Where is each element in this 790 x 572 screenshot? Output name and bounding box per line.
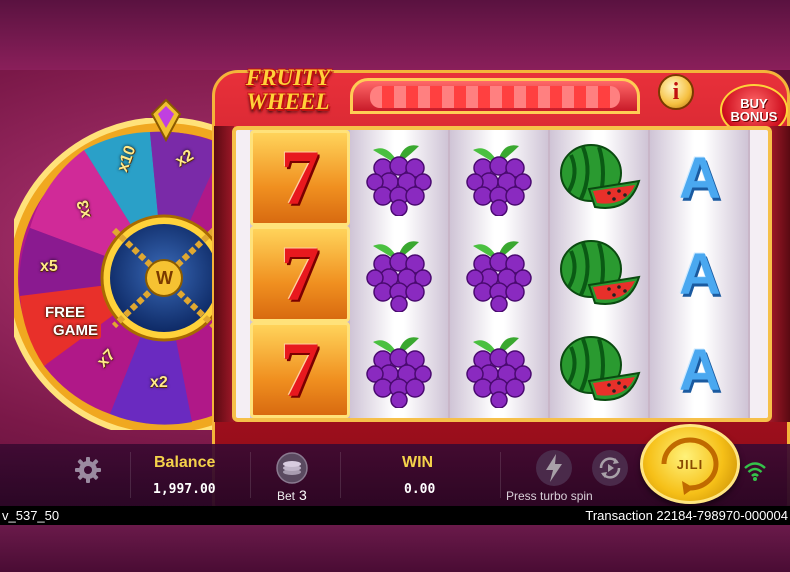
version-label: v_537_50 — [2, 508, 60, 523]
settings-button[interactable] — [68, 450, 108, 490]
seven-icon: 7 — [280, 230, 320, 317]
spin-button[interactable]: JILI — [640, 424, 740, 504]
reel-symbol — [550, 226, 650, 322]
watermelon-icon — [560, 144, 641, 209]
coin-stack-icon — [276, 452, 308, 484]
grapes-icon — [366, 241, 432, 312]
reels-area: 7 7 7 A A A — [232, 126, 772, 422]
logo-line-1: FRUITY — [245, 65, 331, 90]
top-background — [0, 0, 790, 70]
balance-value: 1,997.00 — [153, 482, 216, 497]
bet-button[interactable] — [274, 450, 310, 486]
wheel-hub-label: W — [156, 268, 173, 288]
turbo-button[interactable] — [536, 450, 572, 486]
floor-background — [0, 525, 790, 572]
grapes-icon — [466, 241, 532, 312]
bonus-wheel: x10 x2 x3 x5 FREE GAME x7 x2 W — [14, 98, 240, 430]
letter-a-icon: A — [679, 241, 721, 307]
letter-a-icon: A — [679, 145, 721, 211]
wheel-segment-label: GAME — [50, 322, 101, 339]
reel-1: 7 7 7 — [250, 130, 350, 418]
reel-symbol: A — [650, 130, 750, 226]
grapes-icon — [466, 145, 532, 216]
wheel-segment-label: x2 — [150, 374, 168, 391]
spin-label: JILI — [676, 456, 704, 472]
grapes-icon — [366, 337, 432, 408]
reel-2 — [350, 130, 450, 418]
reel-4 — [550, 130, 650, 418]
reel-symbol — [550, 130, 650, 226]
seven-icon: 7 — [280, 134, 320, 221]
bar-divider — [130, 452, 131, 498]
bet-label: Bet — [277, 489, 296, 503]
frame-top-lights — [370, 86, 620, 108]
bet-value: 3 — [299, 487, 307, 503]
game-logo: FRUITY WHEEL — [228, 66, 348, 122]
transaction-label: Transaction 22184-798970-000004 — [585, 508, 788, 523]
reel-symbol: A — [650, 322, 750, 418]
gem-pointer-icon — [150, 98, 182, 142]
watermelon-icon — [560, 336, 641, 401]
reel-symbol — [450, 322, 550, 418]
logo-line-2: WHEEL — [246, 89, 330, 114]
frame-left-edge — [214, 126, 234, 422]
lightning-icon — [546, 454, 562, 482]
buy-bonus-line-2: BONUS — [730, 109, 778, 124]
win-value: 0.00 — [404, 482, 436, 497]
reel-symbol — [350, 322, 450, 418]
bar-divider — [340, 452, 341, 498]
reel-symbol: 7 — [250, 322, 350, 418]
reel-symbol: 7 — [250, 130, 350, 226]
reel-symbol — [350, 226, 450, 322]
reel-symbol: 7 — [250, 226, 350, 322]
bar-divider — [250, 452, 251, 498]
wheel-segment-label: FREE — [42, 304, 89, 321]
reel-3 — [450, 130, 550, 418]
reel-symbol — [350, 130, 450, 226]
watermelon-icon — [560, 240, 641, 305]
wheel-segment-label: x3 — [74, 198, 95, 220]
connection-status — [740, 456, 770, 486]
frame-right-edge — [770, 126, 790, 422]
bar-divider — [500, 452, 501, 498]
letter-a-icon: A — [679, 337, 721, 403]
reel-symbol — [450, 226, 550, 322]
reel-symbol — [450, 130, 550, 226]
balance-label: Balance — [154, 454, 216, 471]
seven-icon: 7 — [280, 326, 320, 413]
reel-symbol — [550, 322, 650, 418]
turbo-hint: Press turbo spin — [506, 489, 593, 503]
wheel-segment-label: x5 — [40, 258, 58, 275]
win-label: WIN — [402, 454, 434, 471]
grapes-icon — [366, 145, 432, 216]
info-icon: i — [672, 78, 680, 105]
wifi-icon — [744, 462, 766, 481]
gear-icon — [75, 457, 101, 483]
autoplay-icon — [599, 457, 621, 479]
reel-5: A A A — [650, 130, 750, 418]
autoplay-button[interactable] — [592, 450, 628, 486]
reel-symbol: A — [650, 226, 750, 322]
grapes-icon — [466, 337, 532, 408]
info-button[interactable]: i — [658, 74, 694, 110]
